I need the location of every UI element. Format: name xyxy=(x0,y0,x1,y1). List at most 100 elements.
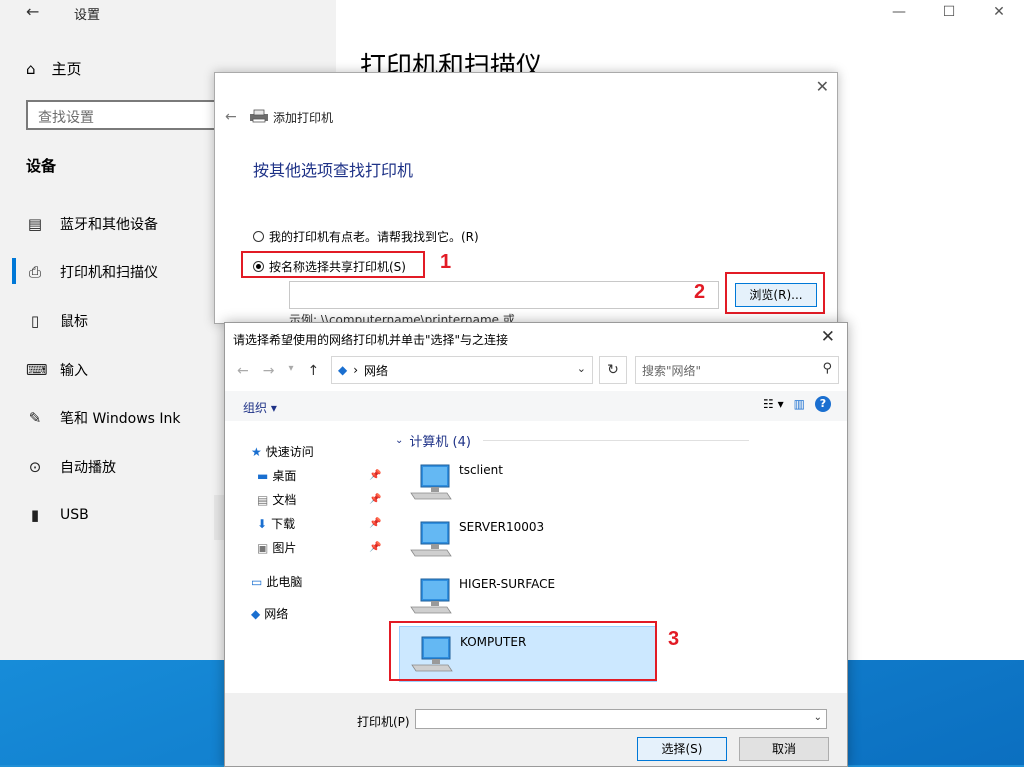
annotation-number-2: 2 xyxy=(694,281,706,303)
computer-item[interactable]: SERVER10003 xyxy=(399,512,657,568)
tree-item-label: 下载 xyxy=(271,517,296,531)
address-bar[interactable]: ◆ › 网络 ⌄ xyxy=(331,356,593,384)
maximize-icon[interactable]: ☐ xyxy=(924,0,974,26)
breadcrumb[interactable]: 网络 xyxy=(364,362,388,379)
search-input[interactable]: 搜索"网络" ⚲ xyxy=(635,356,839,384)
network-computer-icon xyxy=(410,521,452,557)
tree-item-pictures[interactable]: ▣ 图片 📌 xyxy=(257,539,415,556)
computer-name: SERVER10003 xyxy=(459,520,545,534)
close-icon[interactable]: ✕ xyxy=(816,77,829,96)
bluetooth-devices-icon: ▤ xyxy=(27,215,43,233)
section-heading: 设备 xyxy=(26,157,57,175)
sidebar-item-label: 蓝牙和其他设备 xyxy=(60,217,158,233)
group-header-label: 计算机 (4) xyxy=(409,435,471,450)
chevron-down-icon[interactable]: ⌄ xyxy=(577,362,586,375)
sidebar-item-label: 自动播放 xyxy=(60,460,116,476)
autoplay-icon: ⊙ xyxy=(28,458,42,476)
usb-icon: ▮ xyxy=(30,506,40,524)
search-icon: ⚲ xyxy=(822,361,832,376)
dialog-footer: 打印机(P) ⌄ 选择(S) 取消 xyxy=(225,693,847,766)
sidebar-item-bluetooth[interactable]: ▤ 蓝牙和其他设备 xyxy=(26,214,158,234)
tree-item-downloads[interactable]: ⬇ 下载 📌 xyxy=(257,515,415,532)
back-arrow-icon[interactable]: ← xyxy=(26,2,39,21)
preview-pane-icon[interactable]: ▥ xyxy=(794,397,805,411)
sidebar-item-printers[interactable]: ⎙ 打印机和扫描仪 xyxy=(26,262,158,282)
window-title: 设置 xyxy=(74,8,101,23)
nav-home-label: 主页 xyxy=(51,60,82,78)
sidebar-item-label: 笔和 Windows Ink xyxy=(60,411,181,427)
minimize-icon[interactable]: — xyxy=(874,0,924,26)
tree-item-network[interactable]: ◆ 网络 xyxy=(251,605,288,622)
view-options-icon[interactable]: ☷ ▾ xyxy=(763,397,784,411)
breadcrumb-separator-icon: › xyxy=(353,363,359,377)
pin-icon: 📌 xyxy=(369,470,382,481)
navigation-tree: ★ 快速访问 ▬ 桌面 📌 ▤ 文档 📌 ⬇ 下载 📌 ▣ 图片 📌 ▭ 此电脑 xyxy=(225,423,383,723)
cancel-button[interactable]: 取消 xyxy=(739,737,829,761)
sidebar-item-label: 输入 xyxy=(60,363,88,379)
recent-chevron-icon[interactable]: ▾ xyxy=(288,363,293,379)
printer-icon: ⎙ xyxy=(28,263,41,281)
pen-icon: ✎ xyxy=(28,409,42,427)
group-header[interactable]: ⌄ 计算机 (4) xyxy=(395,431,749,450)
tree-item-quick-access[interactable]: ★ 快速访问 xyxy=(251,443,314,460)
radio-option-old-printer[interactable]: 我的打印机有点老。请帮我找到它。(R) xyxy=(253,228,479,245)
printer-combobox[interactable]: ⌄ xyxy=(415,709,827,729)
computer-name: HIGER-SURFACE xyxy=(459,577,556,591)
printer-field-label: 打印机(P) xyxy=(357,715,410,729)
tree-item-desktop[interactable]: ▬ 桌面 📌 xyxy=(257,467,415,484)
tree-item-this-pc[interactable]: ▭ 此电脑 xyxy=(251,573,302,590)
organize-menu[interactable]: 组织 ▾ xyxy=(243,399,277,416)
close-icon[interactable]: ✕ xyxy=(974,0,1024,26)
home-icon: ⌂ xyxy=(26,59,36,78)
sidebar-item-label: USB xyxy=(60,507,89,523)
shared-printer-name-input[interactable] xyxy=(289,281,719,309)
select-button[interactable]: 选择(S) xyxy=(637,737,727,761)
help-icon[interactable]: ? xyxy=(815,396,831,412)
close-icon[interactable]: ✕ xyxy=(821,327,835,347)
tree-item-documents[interactable]: ▤ 文档 📌 xyxy=(257,491,415,508)
star-icon: ★ xyxy=(251,444,262,459)
computer-item[interactable]: HIGER-SURFACE xyxy=(399,569,657,625)
group-divider xyxy=(482,440,749,441)
mouse-icon: ▯ xyxy=(30,312,40,330)
radio-button[interactable] xyxy=(253,231,264,242)
sidebar-item-autoplay[interactable]: ⊙ 自动播放 xyxy=(26,457,116,477)
sidebar-item-mouse[interactable]: ▯ 鼠标 xyxy=(26,311,88,331)
nav-home[interactable]: ⌂ 主页 xyxy=(26,58,82,79)
sidebar-item-pen[interactable]: ✎ 笔和 Windows Ink xyxy=(26,408,181,428)
navigation-arrows: ← → ▾ ↑ xyxy=(237,363,319,379)
desktop-icon: ▬ xyxy=(257,468,269,483)
forward-arrow-icon[interactable]: → xyxy=(263,363,275,379)
search-placeholder: 搜索"网络" xyxy=(642,364,702,378)
printer-icon xyxy=(250,109,268,123)
computer-item[interactable]: tsclient xyxy=(399,455,657,511)
wizard-title: 添加打印机 xyxy=(273,111,334,125)
refresh-icon[interactable]: ↻ xyxy=(599,356,627,384)
up-arrow-icon[interactable]: ↑ xyxy=(308,363,320,379)
computer-name: tsclient xyxy=(459,463,503,477)
sidebar-item-usb[interactable]: ▮ USB xyxy=(26,506,89,524)
network-computer-icon xyxy=(410,578,452,614)
sidebar-item-typing[interactable]: ⌨ 输入 xyxy=(26,360,88,380)
annotation-box-3 xyxy=(389,621,657,681)
sidebar-item-label: 鼠标 xyxy=(60,314,88,330)
wizard-heading: 按其他选项查找打印机 xyxy=(253,161,414,180)
annotation-box-1 xyxy=(241,251,425,278)
view-controls: ☷ ▾ ▥ ? xyxy=(763,396,831,412)
annotation-box-2 xyxy=(725,272,825,314)
toolbar: 组织 ▾ ☷ ▾ ▥ ? xyxy=(225,391,847,421)
tree-item-label: 此电脑 xyxy=(266,575,303,589)
chevron-down-icon[interactable]: ⌄ xyxy=(814,712,822,723)
network-icon: ◆ xyxy=(338,363,348,377)
radio-label: 我的打印机有点老。请帮我找到它。(R) xyxy=(269,230,479,244)
annotation-number-3: 3 xyxy=(668,628,680,650)
pin-icon: 📌 xyxy=(369,542,382,553)
tree-item-label: 文档 xyxy=(272,493,297,507)
back-arrow-icon[interactable]: ← xyxy=(237,363,249,379)
tree-item-label: 图片 xyxy=(272,541,297,555)
selected-indicator xyxy=(12,258,16,284)
keyboard-icon: ⌨ xyxy=(26,361,48,379)
network-computer-icon xyxy=(410,464,452,500)
chevron-down-icon: ⌄ xyxy=(395,435,404,446)
back-arrow-icon[interactable]: ← xyxy=(225,109,237,125)
